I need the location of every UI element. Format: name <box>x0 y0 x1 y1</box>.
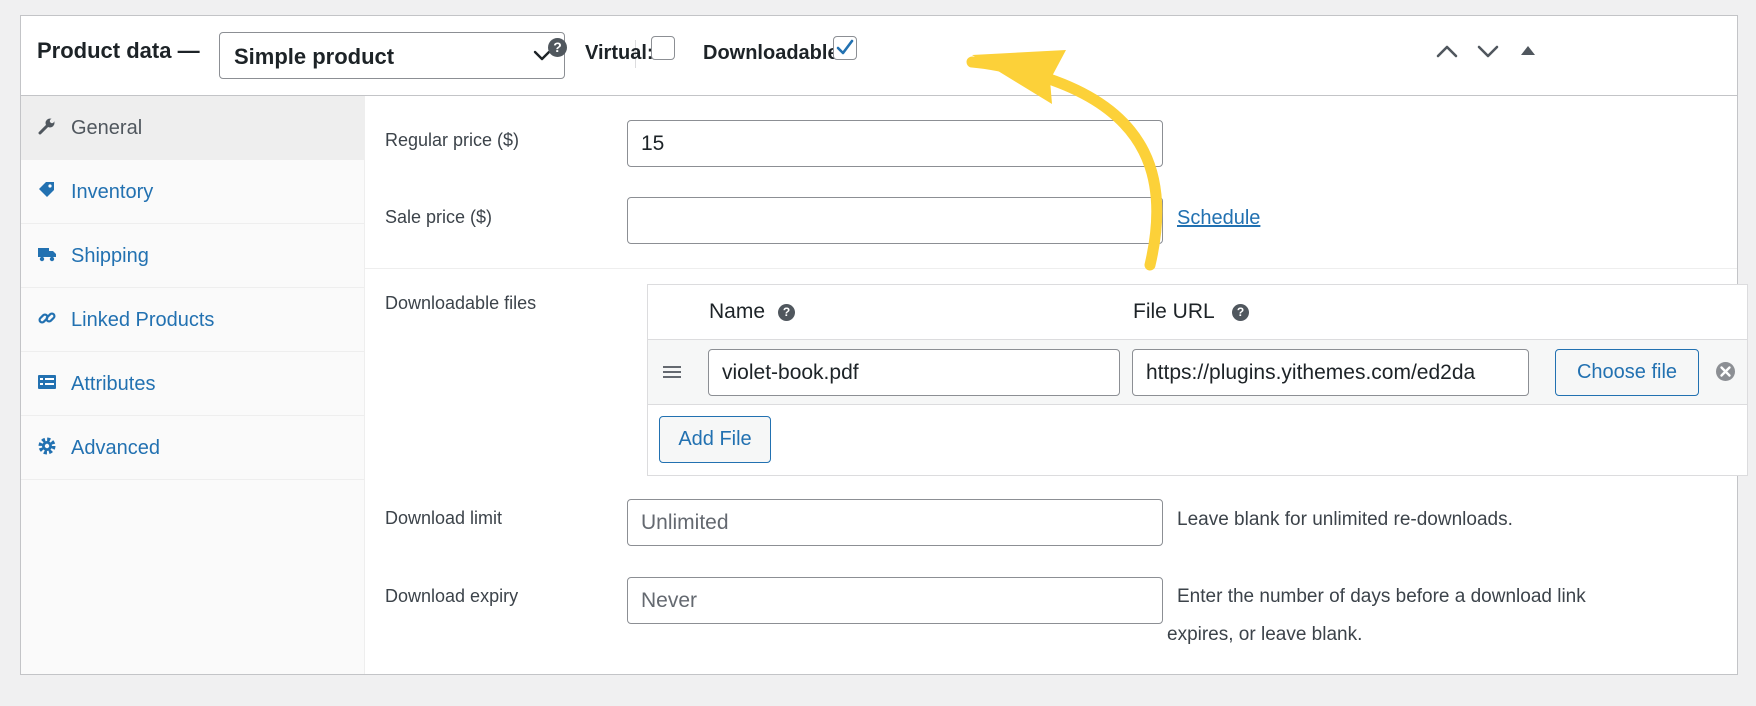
schedule-link[interactable]: Schedule <box>1177 207 1260 230</box>
sale-price-label: Sale price ($) <box>385 207 493 227</box>
tab-attributes[interactable]: Attributes <box>21 352 364 416</box>
regular-price-input[interactable]: 15 <box>627 120 1163 167</box>
tab-label: General <box>71 117 143 139</box>
section-divider <box>365 268 1737 269</box>
help-icon[interactable]: ? <box>548 38 567 57</box>
download-expiry-description-line1: Enter the number of days before a downlo… <box>1177 586 1586 607</box>
product-type-value: Simple product <box>234 44 395 69</box>
panel-title: Product data — <box>37 38 200 63</box>
link-icon <box>38 312 56 324</box>
virtual-checkbox[interactable] <box>651 36 675 60</box>
download-limit-input[interactable]: Unlimited <box>627 499 1163 546</box>
tab-inventory[interactable]: Inventory <box>21 160 364 224</box>
tab-shipping[interactable]: Shipping <box>21 224 364 288</box>
gear-icon <box>38 437 56 455</box>
table-header: Name ? File URL ? <box>648 285 1747 340</box>
download-expiry-input[interactable]: Never <box>627 577 1163 624</box>
product-type-select[interactable]: Simple product <box>219 32 565 79</box>
downloadable-files-table: Name ? File URL ? violet-book.pdf https:… <box>647 284 1748 476</box>
chevron-up-icon[interactable] <box>1435 41 1459 61</box>
tab-general[interactable]: General <box>21 96 364 160</box>
tab-linked-products[interactable]: Linked Products <box>21 288 364 352</box>
truck-icon <box>38 248 56 262</box>
file-url-input[interactable]: https://plugins.yithemes.com/ed2da <box>1132 349 1529 396</box>
panel-toggle-arrow-icon[interactable] <box>1519 42 1537 58</box>
tab-label: Advanced <box>71 437 160 459</box>
tag-icon <box>39 182 54 197</box>
panel-header: Product data — Simple product ? Virtual:… <box>21 16 1737 96</box>
wrench-icon <box>38 118 55 135</box>
download-limit-label: Download limit <box>385 508 503 528</box>
help-icon[interactable]: ? <box>778 304 795 321</box>
tab-label: Attributes <box>71 373 156 395</box>
checkmark-icon <box>836 39 854 55</box>
chevron-down-icon[interactable] <box>1476 41 1500 61</box>
column-header-name: Name <box>709 300 766 323</box>
tab-label: Shipping <box>71 245 149 267</box>
download-expiry-label: Download expiry <box>385 586 519 606</box>
downloadable-checkbox[interactable] <box>833 36 857 60</box>
tab-label: Linked Products <box>71 309 215 331</box>
downloadable-files-label: Downloadable files <box>385 293 537 313</box>
add-file-button[interactable]: Add File <box>659 416 771 463</box>
sale-price-input[interactable] <box>627 197 1163 244</box>
tab-label: Inventory <box>71 181 154 203</box>
column-header-file-url: File URL <box>1133 300 1215 323</box>
list-icon <box>38 375 56 389</box>
remove-file-icon[interactable] <box>1715 361 1736 382</box>
table-row: violet-book.pdf https://plugins.yithemes… <box>648 340 1747 405</box>
download-expiry-description-line2: expires, or leave blank. <box>1167 624 1363 645</box>
regular-price-label: Regular price ($) <box>385 130 520 150</box>
drag-handle-icon[interactable] <box>662 364 682 380</box>
virtual-label: Virtual: <box>585 42 654 64</box>
download-limit-description: Leave blank for unlimited re-downloads. <box>1177 509 1513 530</box>
downloadable-label: Downloadable: <box>703 42 846 64</box>
file-name-input[interactable]: violet-book.pdf <box>708 349 1120 396</box>
tab-advanced[interactable]: Advanced <box>21 416 364 480</box>
help-icon[interactable]: ? <box>1232 304 1249 321</box>
product-data-tabs: General Inventory Shipping Linked Produc… <box>21 96 365 674</box>
choose-file-button[interactable]: Choose file <box>1555 349 1699 396</box>
product-data-panel: Product data — Simple product ? Virtual:… <box>20 15 1748 675</box>
